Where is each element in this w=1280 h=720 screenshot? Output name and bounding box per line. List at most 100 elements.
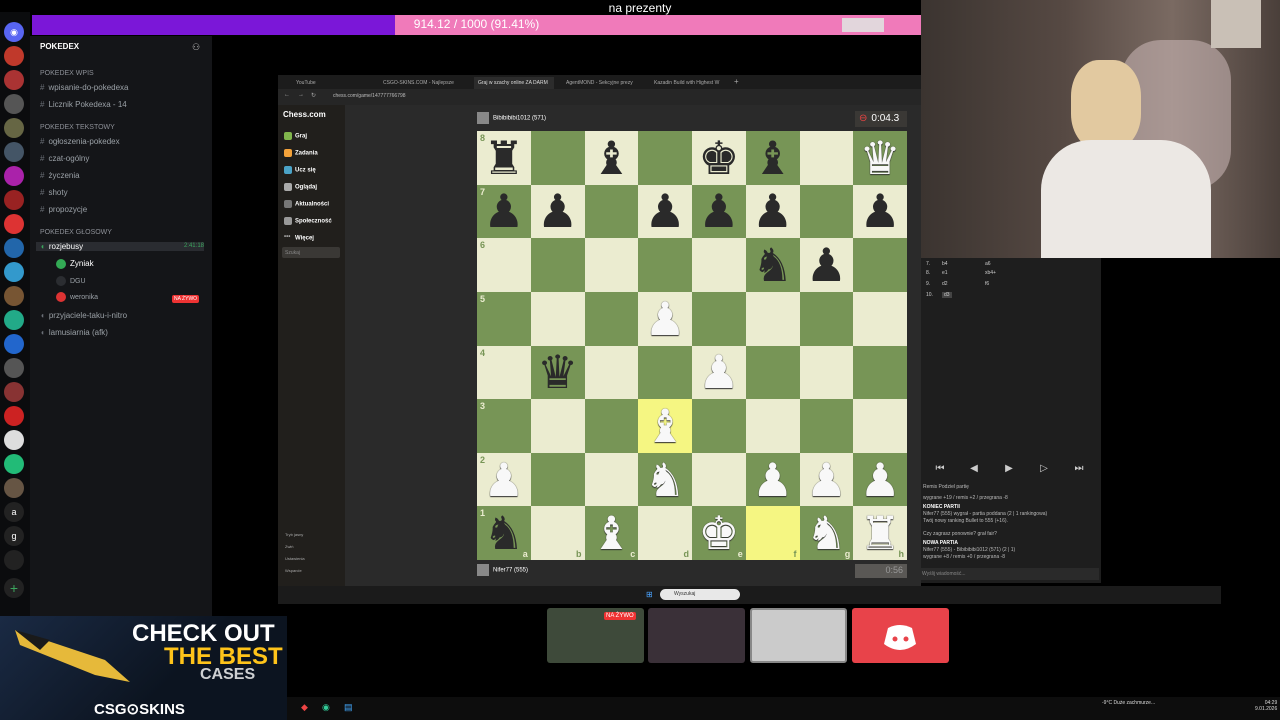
square-b8[interactable] <box>530 131 585 185</box>
square-f4[interactable] <box>745 345 800 400</box>
add-server-icon[interactable]: + <box>4 578 24 598</box>
square-g2[interactable]: ♟ <box>799 452 854 507</box>
browser-tab[interactable]: YouTube <box>292 77 377 89</box>
reload-icon[interactable]: ↻ <box>311 92 316 99</box>
new-tab-button[interactable]: + <box>732 77 744 89</box>
channel-ogloszenia[interactable]: # ogłoszenia-pokedex <box>40 137 120 146</box>
server-icon[interactable] <box>4 190 24 210</box>
square-d8[interactable] <box>638 131 692 185</box>
server-icon[interactable] <box>4 430 24 450</box>
white-pawn-piece[interactable]: ♟ <box>483 457 524 503</box>
square-h1[interactable]: ♜ h <box>853 506 907 560</box>
white-pawn-piece[interactable]: ♟ <box>698 349 739 395</box>
browser-tab[interactable]: CSGO-SKINS.COM - Najlepsze <box>379 77 467 89</box>
white-knight-piece[interactable]: ♞ <box>806 510 847 556</box>
channel-czat[interactable]: # czat-ogólny <box>40 154 89 163</box>
server-icon[interactable] <box>4 214 24 234</box>
square-a8[interactable]: ♜ 8 <box>477 131 531 185</box>
voice-user-zyniak[interactable]: Zyniak <box>56 259 94 269</box>
square-b2[interactable] <box>530 452 585 507</box>
server-icon[interactable] <box>4 406 24 426</box>
square-c3[interactable] <box>584 399 639 453</box>
square-c8[interactable]: ♝ <box>584 131 639 185</box>
square-c1[interactable]: ♝ c <box>584 506 639 560</box>
square-a5[interactable]: 5 <box>477 291 531 346</box>
square-d6[interactable] <box>638 238 692 292</box>
square-b3[interactable] <box>530 399 585 453</box>
square-g6[interactable]: ♟ <box>799 238 854 292</box>
white-pawn-piece[interactable]: ♟ <box>806 457 847 503</box>
channel-wpisanie[interactable]: # wpisanie-do-pokedexa <box>40 83 129 92</box>
bottom-player[interactable]: Nifer77 (555) <box>477 564 528 576</box>
notepad-icon[interactable]: ▤ <box>344 702 353 713</box>
brave-icon[interactable]: ◆ <box>301 702 308 713</box>
square-d1[interactable]: d <box>638 506 692 560</box>
move-black[interactable]: xb4+ <box>985 270 996 276</box>
move-white[interactable]: d2 <box>942 281 948 287</box>
server-icon[interactable]: g <box>4 526 24 546</box>
nav-community[interactable]: Społeczność <box>284 217 332 225</box>
square-g3[interactable] <box>799 399 854 453</box>
square-b1[interactable]: b <box>530 506 585 560</box>
clock-widget[interactable]: 04:29 9.01.2026 <box>1255 700 1277 712</box>
nav-watch[interactable]: Oglądaj <box>284 183 317 191</box>
square-a4[interactable]: 4 <box>477 345 531 400</box>
server-icon[interactable] <box>4 334 24 354</box>
square-f8[interactable]: ♝ <box>745 131 800 185</box>
channel-zyczenia[interactable]: # życzenia <box>40 171 80 180</box>
server-icon[interactable] <box>4 478 24 498</box>
square-a6[interactable]: 6 <box>477 238 531 292</box>
browser-tab[interactable]: Kazadin Build with Highest W <box>650 77 730 89</box>
white-queen-piece[interactable]: ♛ <box>860 135 901 181</box>
chess-logo[interactable]: Chess.com <box>283 110 326 119</box>
square-f7[interactable]: ♟ <box>745 184 800 239</box>
nav-play[interactable]: Graj <box>284 132 307 140</box>
square-f5[interactable] <box>745 291 800 346</box>
move-white[interactable]: b4 <box>942 261 948 267</box>
white-bishop-piece[interactable]: ♝ <box>591 510 632 556</box>
square-e6[interactable] <box>692 238 746 292</box>
server-icon[interactable] <box>4 310 24 330</box>
discord-thumb[interactable] <box>852 608 949 663</box>
discord-home-icon[interactable]: ◉ <box>4 22 24 42</box>
black-knight-piece[interactable]: ♞ <box>483 510 524 556</box>
move-black[interactable]: a6 <box>985 261 991 267</box>
move-black[interactable]: f6 <box>985 281 989 287</box>
square-h8[interactable]: ♛ <box>853 131 907 185</box>
category-tekstowy[interactable]: POKEDEX Tekstowy <box>40 124 115 131</box>
square-g1[interactable]: ♞ g <box>799 506 854 560</box>
square-g5[interactable] <box>799 291 854 346</box>
footer-support[interactable]: Wsparcie <box>285 568 302 573</box>
top-player[interactable]: Bibibibibi1012 (571) <box>477 112 546 124</box>
chess-board[interactable]: ♜ 8 ♝ ♚ ♝ ♛ ♟ 7 ♟ ♟ ♟ ♟ ♟ 6 ♞ ♟ 5 ♟ 4 ♛ ♟ 3 ♝ ♟ 2 ♞ ♟ ♟ ♟ ♞ 1 a b ♝ c d ♚ e f ♞… <box>477 131 907 560</box>
square-e5[interactable] <box>692 291 746 346</box>
footer-settings[interactable]: Ustawienia <box>285 556 305 561</box>
next-move-button[interactable]: ▷ <box>1029 462 1059 476</box>
server-icon[interactable]: a <box>4 502 24 522</box>
server-icon[interactable] <box>4 262 24 282</box>
square-h5[interactable] <box>853 291 907 346</box>
last-move-button[interactable]: ⏭ <box>1064 462 1094 476</box>
black-bishop-piece[interactable]: ♝ <box>591 135 632 181</box>
taskbar-search-input[interactable]: Wyszukaj <box>660 589 740 600</box>
voice-user-dgu[interactable]: DGU <box>56 276 86 286</box>
scene-thumb-car[interactable] <box>750 608 847 663</box>
white-bishop-piece[interactable]: ♝ <box>645 403 686 449</box>
channel-shoty[interactable]: # shoty <box>40 188 68 197</box>
square-f6[interactable]: ♞ <box>745 238 800 292</box>
server-icon[interactable] <box>4 142 24 162</box>
footer-collapse[interactable]: Zwiń <box>285 544 293 549</box>
black-king-piece[interactable]: ♚ <box>698 135 739 181</box>
server-icon[interactable] <box>4 286 24 306</box>
square-c6[interactable] <box>584 238 639 292</box>
first-move-button[interactable]: ⏮ <box>925 462 955 476</box>
square-c7[interactable] <box>584 184 639 239</box>
square-e8[interactable]: ♚ <box>692 131 746 185</box>
square-a1[interactable]: ♞ 1 a <box>477 506 531 560</box>
square-f2[interactable]: ♟ <box>745 452 800 507</box>
address-bar[interactable]: ← → ↻ chess.com/game/147777766798 <box>278 89 921 105</box>
square-a2[interactable]: ♟ 2 <box>477 452 531 507</box>
windows-start-icon[interactable]: ⊞ <box>646 590 653 599</box>
square-b5[interactable] <box>530 291 585 346</box>
black-bishop-piece[interactable]: ♝ <box>752 135 793 181</box>
